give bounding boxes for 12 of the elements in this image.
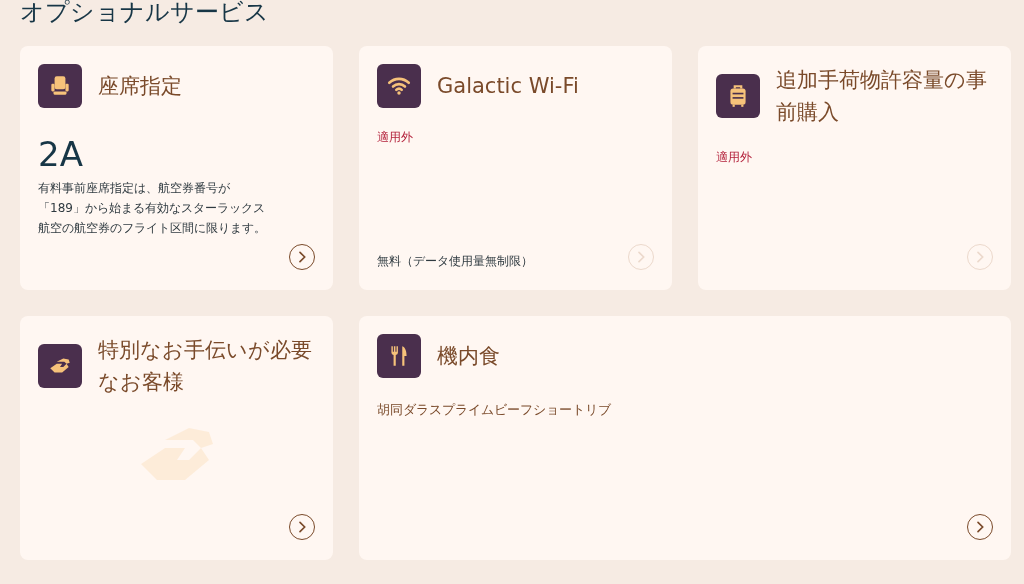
status-text: 適用外	[377, 129, 414, 146]
card-title: 座席指定	[98, 73, 182, 100]
page-heading: オプショナルサービス	[20, 0, 270, 26]
card-title: 特別なお手伝いが必要なお客様	[98, 337, 313, 396]
footer-text: 無料（データ使用量無制限）	[377, 253, 533, 270]
seat-number: 2A	[38, 134, 84, 174]
meal-name: 胡同ダラスプライムビーフショートリブ	[377, 401, 612, 419]
card-title: Galactic Wi-Fi	[437, 73, 579, 100]
card-title: 追加手荷物許容量の事前購入	[776, 67, 988, 126]
note-text: 有料事前座席指定は、航空券番号が「189」から始まる有効なスターラックス航空の航空券のフライト区間に限ります。	[38, 180, 267, 237]
card-title: 機内食	[437, 343, 500, 370]
status-text: 適用外	[716, 149, 753, 166]
